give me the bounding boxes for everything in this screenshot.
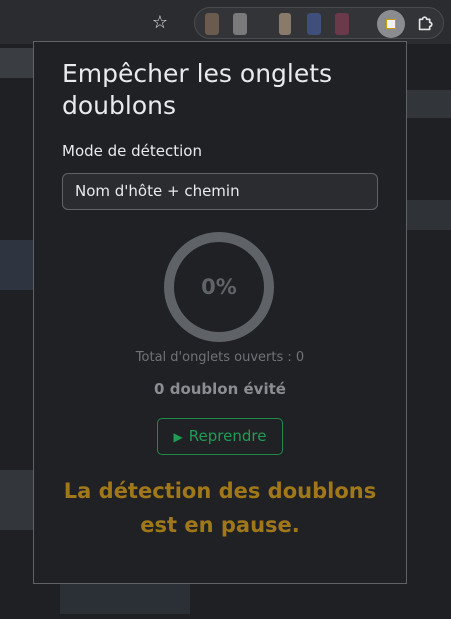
pinned-extension[interactable] [307,13,321,35]
background-page [407,200,451,230]
duplicates-avoided: 0 doublon évité [154,380,286,398]
detection-mode-select[interactable]: Nom d'hôte + chemin [62,173,378,210]
background-page [407,90,451,118]
duplicate-gauge: 0% [161,229,277,345]
background-page [0,240,33,290]
star-icon[interactable]: ☆ [148,11,172,35]
detection-mode-label: Mode de détection [62,142,202,160]
extension-popup: Empêcher les onglets doublons Mode de dé… [33,41,407,584]
background-page [0,470,33,530]
total-tabs-count: Total d'onglets ouverts : 0 [135,350,305,365]
extensions-tray [194,7,444,39]
pinned-extension[interactable] [279,13,291,35]
pinned-extension[interactable] [205,13,219,35]
active-extension-button[interactable] [377,10,405,38]
pinned-extension[interactable] [335,13,349,35]
resume-label: Reprendre [188,427,267,445]
paused-message: La détection des doublons est en pause. [63,479,377,537]
pinned-extension[interactable] [233,13,247,35]
background-page [0,48,33,78]
play-icon: ▶ [173,430,183,444]
puzzle-icon[interactable] [415,12,437,34]
background-page [60,584,190,614]
browser-toolbar: ☆ [0,0,451,44]
gauge-percent: 0% [201,275,237,299]
resume-button[interactable]: ▶ Reprendre [157,418,283,455]
extension-icon [386,19,396,29]
popup-title: Empêcher les onglets doublons [62,59,333,120]
